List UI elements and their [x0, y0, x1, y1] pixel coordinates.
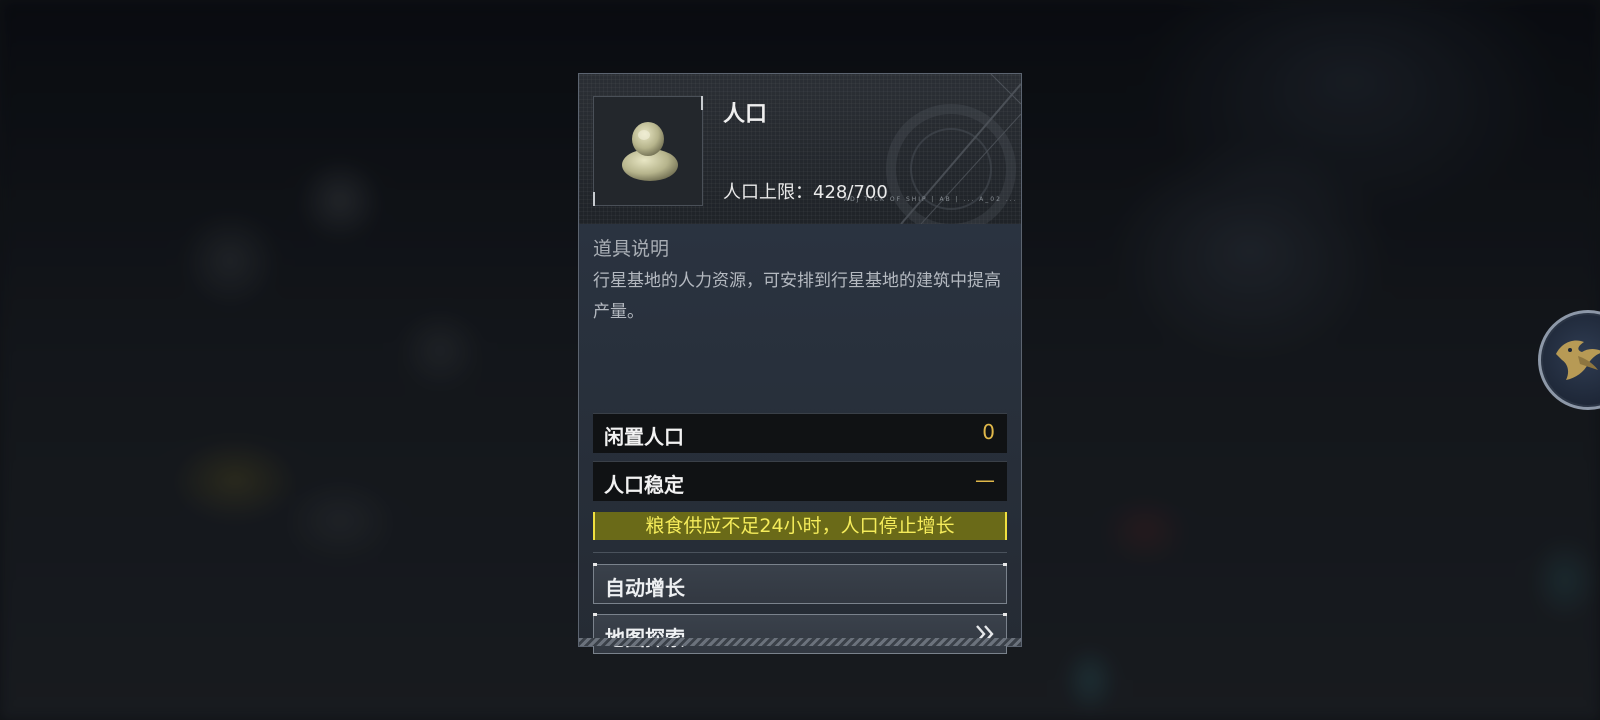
panel-bottom-stripe	[579, 638, 1021, 646]
auto-growth-button[interactable]: 自动增长	[593, 563, 1007, 604]
food-shortage-warning: 粮食供应不足24小时，人口停止增长	[593, 512, 1007, 540]
auto-growth-label: 自动增长	[605, 576, 685, 600]
panel-header: ADJ TICK OF SHIP | AB | ... A_02 ... 人口 …	[579, 74, 1021, 224]
description-text: 行星基地的人力资源，可安排到行星基地的建筑中提高产量。	[593, 271, 1001, 322]
population-stability-value: —	[975, 468, 995, 492]
population-stability-row: 人口稳定 —	[593, 461, 1007, 501]
population-cap-text: 人口上限：428/700	[723, 182, 888, 203]
side-phoenix-button[interactable]	[1538, 310, 1600, 410]
panel-body: 道具说明 行星基地的人力资源，可安排到行星基地的建筑中提高产量。 闲置人口 0 …	[579, 224, 1021, 654]
person-icon	[622, 122, 678, 181]
panel-title: 人口	[723, 102, 768, 127]
map-explore-label: 地图探索	[605, 622, 685, 651]
idle-population-value: 0	[982, 420, 995, 444]
description-title: 道具说明	[593, 238, 670, 260]
divider	[593, 552, 1007, 553]
phoenix-icon	[1556, 340, 1600, 380]
population-stability-label: 人口稳定	[604, 473, 684, 497]
idle-population-row: 闲置人口 0	[593, 413, 1007, 453]
idle-population-label: 闲置人口	[604, 425, 684, 449]
population-info-panel: ADJ TICK OF SHIP | AB | ... A_02 ... 人口 …	[578, 73, 1022, 654]
population-portrait	[593, 96, 703, 206]
map-explore-button[interactable]: 地图探索	[593, 613, 1007, 654]
